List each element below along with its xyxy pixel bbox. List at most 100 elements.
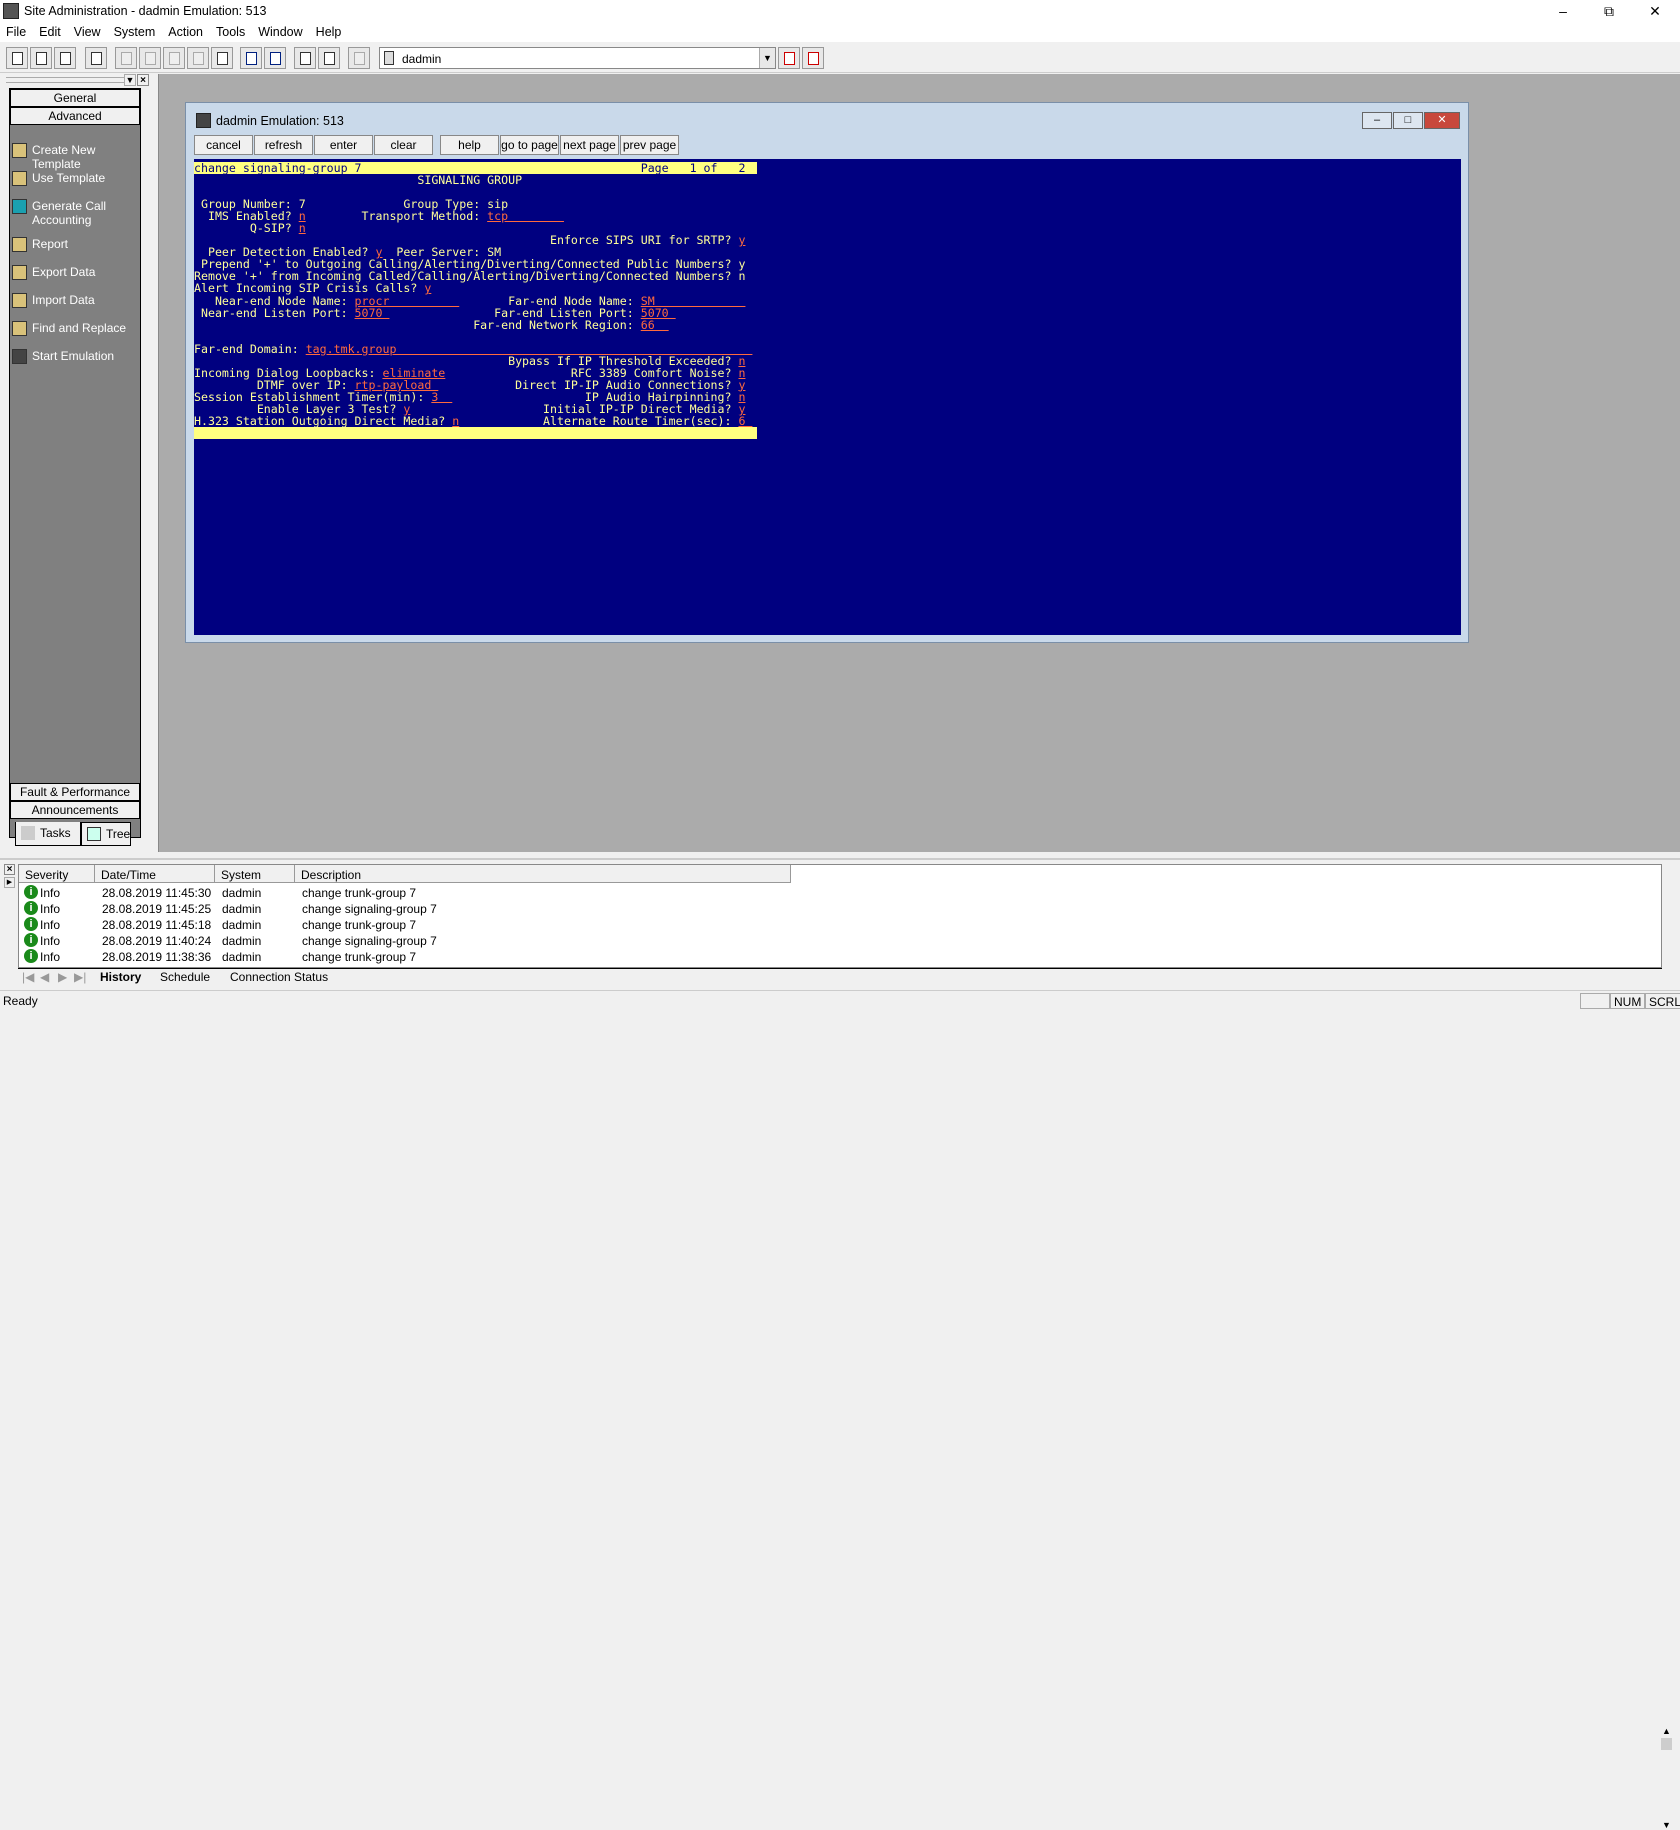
log-description: change trunk-group 7: [302, 950, 417, 964]
emulation-close-button[interactable]: ✕: [1424, 112, 1460, 129]
col-datetime[interactable]: Date/Time: [95, 865, 215, 883]
detail-view-icon[interactable]: [264, 47, 286, 69]
tab-connection-status[interactable]: Connection Status: [230, 970, 328, 984]
status-empty: [1580, 993, 1610, 1009]
go-to-page-button[interactable]: go to page: [500, 135, 559, 155]
refresh-button[interactable]: refresh: [254, 135, 313, 155]
task-panel: ▼ × General Advanced Create New Template…: [0, 74, 152, 852]
menu-file[interactable]: File: [6, 22, 33, 42]
first-page-icon[interactable]: |◀: [22, 970, 34, 984]
help-button[interactable]: help: [440, 135, 499, 155]
terminal-field-value[interactable]: tcp: [487, 209, 564, 223]
close-button[interactable]: ✕: [1632, 0, 1678, 22]
open-icon[interactable]: [30, 47, 52, 69]
task-report[interactable]: Report: [12, 237, 140, 252]
task-export-data[interactable]: Export Data: [12, 265, 140, 280]
terminal-field-value[interactable]: 66: [641, 318, 669, 332]
log-scrollbar[interactable]: ▲ ▼: [1658, 1726, 1675, 1830]
task-create-new-template[interactable]: Create New Template: [12, 143, 140, 171]
terminal-row: [194, 427, 757, 440]
copy-icon[interactable]: [139, 47, 161, 69]
log-description: change trunk-group 7: [302, 886, 417, 900]
scroll-down-icon[interactable]: ▼: [1658, 1820, 1675, 1830]
save-icon[interactable]: [348, 47, 370, 69]
server-icon: [384, 51, 394, 65]
menu-edit[interactable]: Edit: [39, 22, 68, 42]
status-text: Ready: [3, 994, 38, 1008]
terminal-field-value[interactable]: y: [738, 233, 745, 247]
properties-icon[interactable]: [211, 47, 233, 69]
paste-icon[interactable]: [163, 47, 185, 69]
tab-history[interactable]: History: [100, 970, 141, 984]
enter-button[interactable]: enter: [314, 135, 373, 155]
col-severity[interactable]: Severity: [19, 865, 95, 883]
connect-icon[interactable]: [54, 47, 76, 69]
template-icon: [12, 171, 27, 186]
system-select-value: dadmin: [402, 52, 442, 66]
emulation-minimize-button[interactable]: –: [1362, 112, 1392, 129]
log-row[interactable]: i Info 28.08.2019 11:40:24 dadmin change sig…: [19, 932, 1639, 949]
panel-menu-icon[interactable]: ▼: [124, 74, 136, 86]
terminal-row: Far-end Network Region: 66: [194, 319, 757, 331]
col-description[interactable]: Description: [295, 865, 791, 883]
terminal-screen[interactable]: change signaling-group 7 Page 1 of 2 SIG…: [194, 159, 1461, 635]
panel-close-icon[interactable]: ×: [137, 74, 149, 86]
log-row[interactable]: i Info 28.08.2019 11:45:25 dadmin change sig…: [19, 900, 1639, 917]
col-system[interactable]: System: [215, 865, 295, 883]
next-icon[interactable]: ▶: [58, 970, 67, 984]
tab-tasks[interactable]: Tasks: [15, 822, 81, 846]
last-page-icon[interactable]: ▶|: [74, 970, 86, 984]
info-icon: i: [24, 933, 38, 947]
menu-system[interactable]: System: [114, 22, 163, 42]
menu-view[interactable]: View: [74, 22, 108, 42]
panel-grip[interactable]: [6, 77, 124, 83]
task-find-and-replace[interactable]: Find and Replace: [12, 321, 140, 336]
task-use-template[interactable]: Use Template: [12, 171, 140, 186]
log-row[interactable]: i Info 28.08.2019 11:45:30 dadmin change tru…: [19, 884, 1639, 901]
scroll-up-icon[interactable]: ▲: [1658, 1726, 1675, 1736]
prev-icon[interactable]: ◀: [40, 970, 49, 984]
tab-tree[interactable]: Tree: [81, 822, 131, 846]
task-generate-call-accounting[interactable]: Generate Call Accounting: [12, 199, 140, 227]
chevron-down-icon[interactable]: ▼: [759, 48, 775, 68]
emulation-window: dadmin Emulation: 513 – □ ✕ cancel refre…: [185, 102, 1469, 643]
maximize-button[interactable]: ⧉: [1586, 0, 1632, 22]
tab-schedule[interactable]: Schedule: [160, 970, 210, 984]
info-icon: i: [24, 885, 38, 899]
disconnect-all-icon[interactable]: [802, 47, 824, 69]
new-icon[interactable]: [6, 47, 28, 69]
menu-window[interactable]: Window: [258, 22, 309, 42]
print-preview-icon[interactable]: [294, 47, 316, 69]
log-datetime: 28.08.2019 11:38:36: [102, 950, 212, 964]
emulation-maximize-button[interactable]: □: [1393, 112, 1423, 129]
windows-icon[interactable]: [85, 47, 107, 69]
log-expand-icon[interactable]: ▶: [4, 877, 15, 888]
menu-tools[interactable]: Tools: [216, 22, 252, 42]
terminal-label: SIGNALING GROUP: [194, 173, 523, 188]
cancel-button[interactable]: cancel: [194, 135, 253, 155]
scroll-thumb[interactable]: [1661, 1738, 1672, 1750]
general-button[interactable]: General: [10, 89, 140, 107]
clear-button[interactable]: clear: [374, 135, 433, 155]
system-select[interactable]: dadmin ▼: [379, 47, 776, 69]
menu-help[interactable]: Help: [316, 22, 349, 42]
disconnect-icon[interactable]: [778, 47, 800, 69]
advanced-button[interactable]: Advanced: [10, 107, 140, 125]
task-start-emulation[interactable]: Start Emulation: [12, 349, 140, 364]
fault-performance-button[interactable]: Fault & Performance: [10, 783, 140, 801]
log-datetime: 28.08.2019 11:45:25: [102, 902, 212, 916]
log-row[interactable]: i Info 28.08.2019 11:45:18 dadmin change tru…: [19, 916, 1639, 933]
log-panel: × ▶ Severity Date/Time System Descriptio…: [0, 858, 1680, 1830]
next-page-button[interactable]: next page: [560, 135, 619, 155]
delete-icon[interactable]: [187, 47, 209, 69]
prev-page-button[interactable]: prev page: [620, 135, 679, 155]
cut-icon[interactable]: [115, 47, 137, 69]
announcements-button[interactable]: Announcements: [10, 801, 140, 819]
list-view-icon[interactable]: [240, 47, 262, 69]
log-close-icon[interactable]: ×: [4, 864, 15, 875]
minimize-button[interactable]: –: [1540, 0, 1586, 22]
log-row[interactable]: i Info 28.08.2019 11:38:36 dadmin change tru…: [19, 948, 1639, 965]
print-icon[interactable]: [318, 47, 340, 69]
menu-action[interactable]: Action: [168, 22, 210, 42]
task-import-data[interactable]: Import Data: [12, 293, 140, 308]
